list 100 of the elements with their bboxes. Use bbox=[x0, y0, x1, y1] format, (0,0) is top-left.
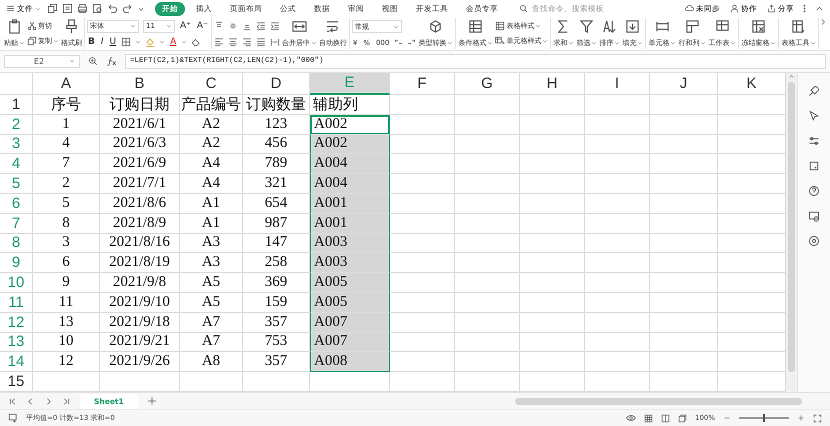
column-header[interactable]: G bbox=[455, 72, 520, 95]
table-cell: 2021/9/18 bbox=[100, 312, 180, 333]
table-cell: 5 bbox=[33, 194, 100, 214]
caret-icon bbox=[637, 40, 644, 46]
empty-cell bbox=[585, 352, 650, 372]
border-icon bbox=[121, 37, 132, 48]
caret-icon bbox=[447, 40, 454, 46]
empty-cell bbox=[585, 174, 650, 194]
table-cell: A005 bbox=[310, 273, 390, 293]
empty-cell bbox=[585, 214, 650, 234]
macro-icon bbox=[8, 413, 18, 424]
table-cell: A1 bbox=[180, 194, 243, 214]
table-cell: 2021/8/6 bbox=[100, 194, 180, 214]
caret-icon bbox=[181, 39, 188, 46]
column-title: 订购日期 bbox=[100, 94, 180, 115]
empty-cell bbox=[455, 292, 520, 313]
caret-icon bbox=[670, 40, 676, 46]
empty-cell bbox=[520, 214, 585, 234]
table-cell: 9 bbox=[33, 273, 100, 293]
table-cell: 11 bbox=[33, 292, 100, 313]
table-cell: A007 bbox=[310, 332, 390, 352]
export-icon bbox=[62, 3, 73, 14]
table-cell: A001 bbox=[310, 194, 390, 214]
empty-cell bbox=[585, 332, 650, 352]
caret-icon bbox=[568, 40, 574, 46]
empty-cell bbox=[650, 154, 718, 174]
empty-cell bbox=[455, 94, 520, 115]
scissors-icon bbox=[27, 21, 37, 31]
underline-button[interactable]: U bbox=[108, 37, 118, 48]
page-view-icon bbox=[660, 414, 670, 423]
search-icon bbox=[519, 4, 528, 14]
table-cell: 2021/6/3 bbox=[100, 134, 180, 154]
column-title: 订购数量 bbox=[243, 94, 310, 115]
column-header[interactable]: D bbox=[243, 72, 310, 95]
empty-cell bbox=[520, 253, 585, 274]
caret-icon bbox=[53, 38, 59, 44]
table-cell: A001 bbox=[310, 214, 390, 234]
fill-color-icon bbox=[145, 37, 156, 48]
bold-button[interactable]: B bbox=[87, 37, 96, 48]
row-header[interactable]: 15 bbox=[0, 372, 33, 392]
empty-cell bbox=[650, 352, 718, 372]
redo-icon bbox=[122, 3, 133, 14]
table-cell: 2021/9/26 bbox=[100, 352, 180, 372]
eraser-icon bbox=[191, 37, 202, 48]
align-right-icon bbox=[242, 36, 252, 47]
caret-icon bbox=[542, 38, 548, 44]
table-cell: 10 bbox=[33, 332, 100, 352]
table-cell: 2021/8/9 bbox=[100, 214, 180, 234]
merge-cells-icon bbox=[292, 19, 307, 34]
column-header[interactable]: B bbox=[100, 72, 180, 95]
caret-icon bbox=[35, 6, 41, 12]
table-cell: A2 bbox=[180, 134, 243, 154]
font-color-button[interactable]: A bbox=[169, 37, 178, 48]
sliders-icon bbox=[808, 134, 820, 147]
rows-columns-icon bbox=[684, 19, 700, 34]
empty-cell bbox=[455, 234, 520, 254]
empty-cell bbox=[585, 273, 650, 293]
empty-cell bbox=[455, 114, 520, 135]
empty-cell bbox=[650, 332, 718, 352]
table-cell: A5 bbox=[180, 273, 243, 293]
select-all-button[interactable] bbox=[0, 72, 33, 95]
increase-font-button[interactable]: A⁺ bbox=[179, 21, 192, 32]
caret-icon bbox=[392, 24, 399, 30]
empty-cell bbox=[650, 114, 718, 135]
table-cell: A4 bbox=[180, 174, 243, 194]
row-header[interactable]: 1 bbox=[0, 94, 33, 115]
column-header[interactable]: F bbox=[390, 72, 455, 95]
empty-cell bbox=[520, 154, 585, 174]
caret-icon bbox=[700, 40, 706, 46]
table-cell: 2021/9/8 bbox=[100, 273, 180, 293]
empty-cell bbox=[585, 114, 650, 135]
column-header[interactable]: C bbox=[180, 72, 243, 95]
column-header[interactable]: K bbox=[718, 72, 786, 95]
italic-button[interactable]: I bbox=[100, 37, 105, 48]
decrease-font-button[interactable]: A⁻ bbox=[196, 21, 209, 32]
column-header[interactable]: I bbox=[585, 72, 650, 95]
name-box[interactable]: E2 bbox=[4, 54, 80, 68]
empty-cell bbox=[585, 312, 650, 333]
empty-cell bbox=[520, 194, 585, 214]
horizontal-scrollbar[interactable] bbox=[514, 398, 802, 405]
print-icon bbox=[77, 3, 88, 14]
settings-icon bbox=[808, 234, 820, 247]
table-cell: 2021/7/1 bbox=[100, 174, 180, 194]
table-cell: A5 bbox=[180, 292, 243, 313]
empty-cell bbox=[455, 214, 520, 234]
cloud-icon bbox=[685, 4, 694, 14]
empty-cell bbox=[650, 273, 718, 293]
empty-cell bbox=[520, 312, 585, 333]
vertical-scrollbar[interactable] bbox=[788, 82, 795, 372]
table-cell: 2021/6/1 bbox=[100, 114, 180, 135]
empty-cell bbox=[650, 194, 718, 214]
table-cell: A2 bbox=[180, 114, 243, 135]
cube-icon bbox=[428, 19, 444, 34]
empty-cell bbox=[585, 292, 650, 313]
empty-cell bbox=[650, 312, 718, 333]
empty-cell bbox=[650, 292, 718, 313]
column-header[interactable]: J bbox=[650, 72, 718, 95]
column-header[interactable]: A bbox=[33, 72, 100, 95]
caret-icon bbox=[614, 40, 620, 46]
column-header[interactable]: H bbox=[520, 72, 585, 95]
